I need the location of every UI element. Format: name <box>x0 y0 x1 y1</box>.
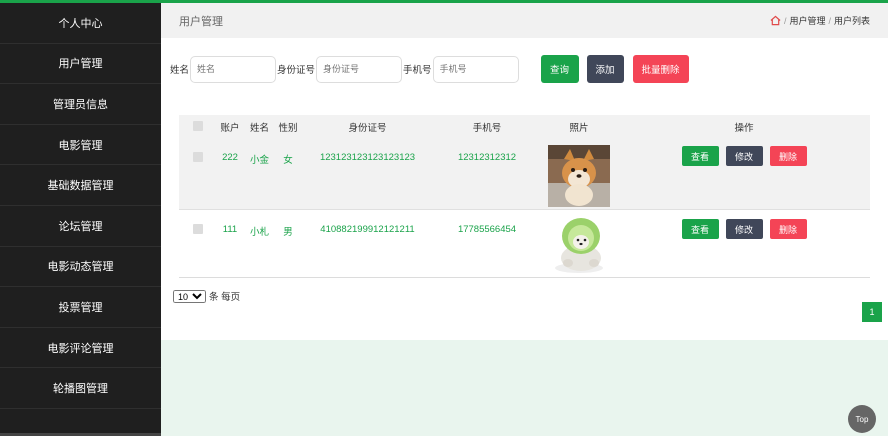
sidebar-item-user-management[interactable]: 用户管理 <box>0 44 161 85</box>
sidebar-item-label: 轮播图管理 <box>53 383 108 396</box>
id-number-search-input[interactable] <box>316 55 403 83</box>
sidebar-item-carousel[interactable]: 轮播图管理 <box>0 368 161 409</box>
sidebar-item-label: 电影管理 <box>58 139 103 152</box>
table-row: 111 小札 男 410882199912121211 17785566454 <box>179 210 870 278</box>
sidebar-item-vote[interactable]: 投票管理 <box>0 287 161 328</box>
user-table: 账户 姓名 性别 身份证号 手机号 照片 操作 222 小金 女 1231231… <box>179 115 870 278</box>
name-label: 姓名 <box>170 65 190 76</box>
cell-id-number: 123123123123123123 <box>319 152 416 163</box>
breadcrumb-separator: / <box>828 15 831 26</box>
cabbage-dog-photo <box>548 214 610 276</box>
header-phone: 手机号 <box>472 123 502 134</box>
search-form: 姓名 身份证号 手机号 查询 添加 批量删除 <box>170 55 689 83</box>
sidebar-item-label: 电影动态管理 <box>47 261 114 274</box>
breadcrumb-item-user-list: 用户列表 <box>833 16 870 26</box>
sidebar-item-movie-management[interactable]: 电影管理 <box>0 125 161 166</box>
add-button[interactable]: 添加 <box>586 55 624 83</box>
sidebar-item-admin-info[interactable]: 管理员信息 <box>0 84 161 125</box>
sidebar-item-label: 用户管理 <box>58 58 103 71</box>
cell-account: 222 <box>222 152 238 163</box>
content-panel: 姓名 身份证号 手机号 查询 添加 批量删除 账户 姓名 性别 身份证号 手机号… <box>161 38 888 340</box>
cell-name: 小札 <box>249 227 269 238</box>
delete-button[interactable]: 删除 <box>769 146 807 166</box>
home-icon[interactable] <box>770 15 781 26</box>
phone-search-input[interactable] <box>432 55 519 83</box>
cell-id-number: 410882199912121211 <box>320 224 415 235</box>
header-name: 姓名 <box>249 123 269 134</box>
cell-phone: 17785566454 <box>457 224 517 235</box>
sidebar-item-label: 投票管理 <box>58 301 103 314</box>
edit-button[interactable]: 修改 <box>725 219 763 239</box>
page-size-control: 10 条 每页 <box>173 289 240 303</box>
breadcrumb-separator: / <box>783 15 787 26</box>
sidebar-item-label: 个人中心 <box>58 17 103 30</box>
header-actions: 操作 <box>734 123 754 134</box>
header-account: 账户 <box>220 123 240 134</box>
back-to-top-button[interactable]: Top <box>848 405 876 433</box>
shiba-dog-photo <box>548 145 610 207</box>
breadcrumb-item-user-management[interactable]: 用户管理 <box>789 14 825 27</box>
view-button[interactable]: 查看 <box>681 146 719 166</box>
row-checkbox[interactable] <box>193 224 203 234</box>
id-number-label: 身份证号 <box>277 65 316 76</box>
sidebar-item-movie-news[interactable]: 电影动态管理 <box>0 247 161 288</box>
header-id-number: 身份证号 <box>348 123 387 134</box>
cell-account: 111 <box>222 224 238 235</box>
sidebar-item-movie-comments[interactable]: 电影评论管理 <box>0 328 161 369</box>
sidebar-item-personal-center[interactable]: 个人中心 <box>0 3 161 44</box>
sidebar-item-forum[interactable]: 论坛管理 <box>0 206 161 247</box>
cell-name: 小金 <box>249 155 269 166</box>
page-number-button[interactable]: 1 <box>862 302 882 322</box>
sidebar-item-label: 论坛管理 <box>58 220 103 233</box>
main-area: 用户管理 / 用户管理 / 用户列表 姓名 身份证号 手机号 查询 添加 批量删… <box>161 3 888 436</box>
name-search-input[interactable] <box>190 55 277 83</box>
cell-gender: 女 <box>283 155 293 166</box>
cell-phone: 12312312312 <box>457 152 517 163</box>
sidebar: 个人中心 用户管理 管理员信息 电影管理 基础数据管理 论坛管理 电影动态管理 … <box>0 3 161 436</box>
phone-label: 手机号 <box>403 65 432 76</box>
header-gender: 性别 <box>278 123 298 134</box>
sidebar-item-label: 管理员信息 <box>53 98 108 111</box>
delete-button[interactable]: 删除 <box>769 219 807 239</box>
cell-gender: 男 <box>283 227 293 238</box>
page-header: 用户管理 / 用户管理 / 用户列表 <box>161 3 888 38</box>
table-header: 账户 姓名 性别 身份证号 手机号 照片 操作 <box>179 115 870 139</box>
query-button[interactable]: 查询 <box>540 55 579 83</box>
sidebar-item-label: 电影评论管理 <box>47 342 114 355</box>
sidebar-item-label: 基础数据管理 <box>47 180 114 193</box>
header-photo: 照片 <box>569 123 589 134</box>
edit-button[interactable]: 修改 <box>725 146 763 166</box>
breadcrumb: / 用户管理 / 用户列表 <box>770 14 870 27</box>
batch-delete-button[interactable]: 批量删除 <box>632 55 689 83</box>
table-row: 222 小金 女 123123123123123123 12312312312 <box>179 139 870 210</box>
select-all-checkbox[interactable] <box>193 120 203 131</box>
view-button[interactable]: 查看 <box>681 219 719 239</box>
sidebar-item-basic-data[interactable]: 基础数据管理 <box>0 165 161 206</box>
row-checkbox[interactable] <box>193 152 203 162</box>
page-title: 用户管理 <box>179 15 223 28</box>
page-size-select[interactable]: 10 <box>173 289 206 303</box>
page-size-suffix: 条 每页 <box>209 292 241 303</box>
